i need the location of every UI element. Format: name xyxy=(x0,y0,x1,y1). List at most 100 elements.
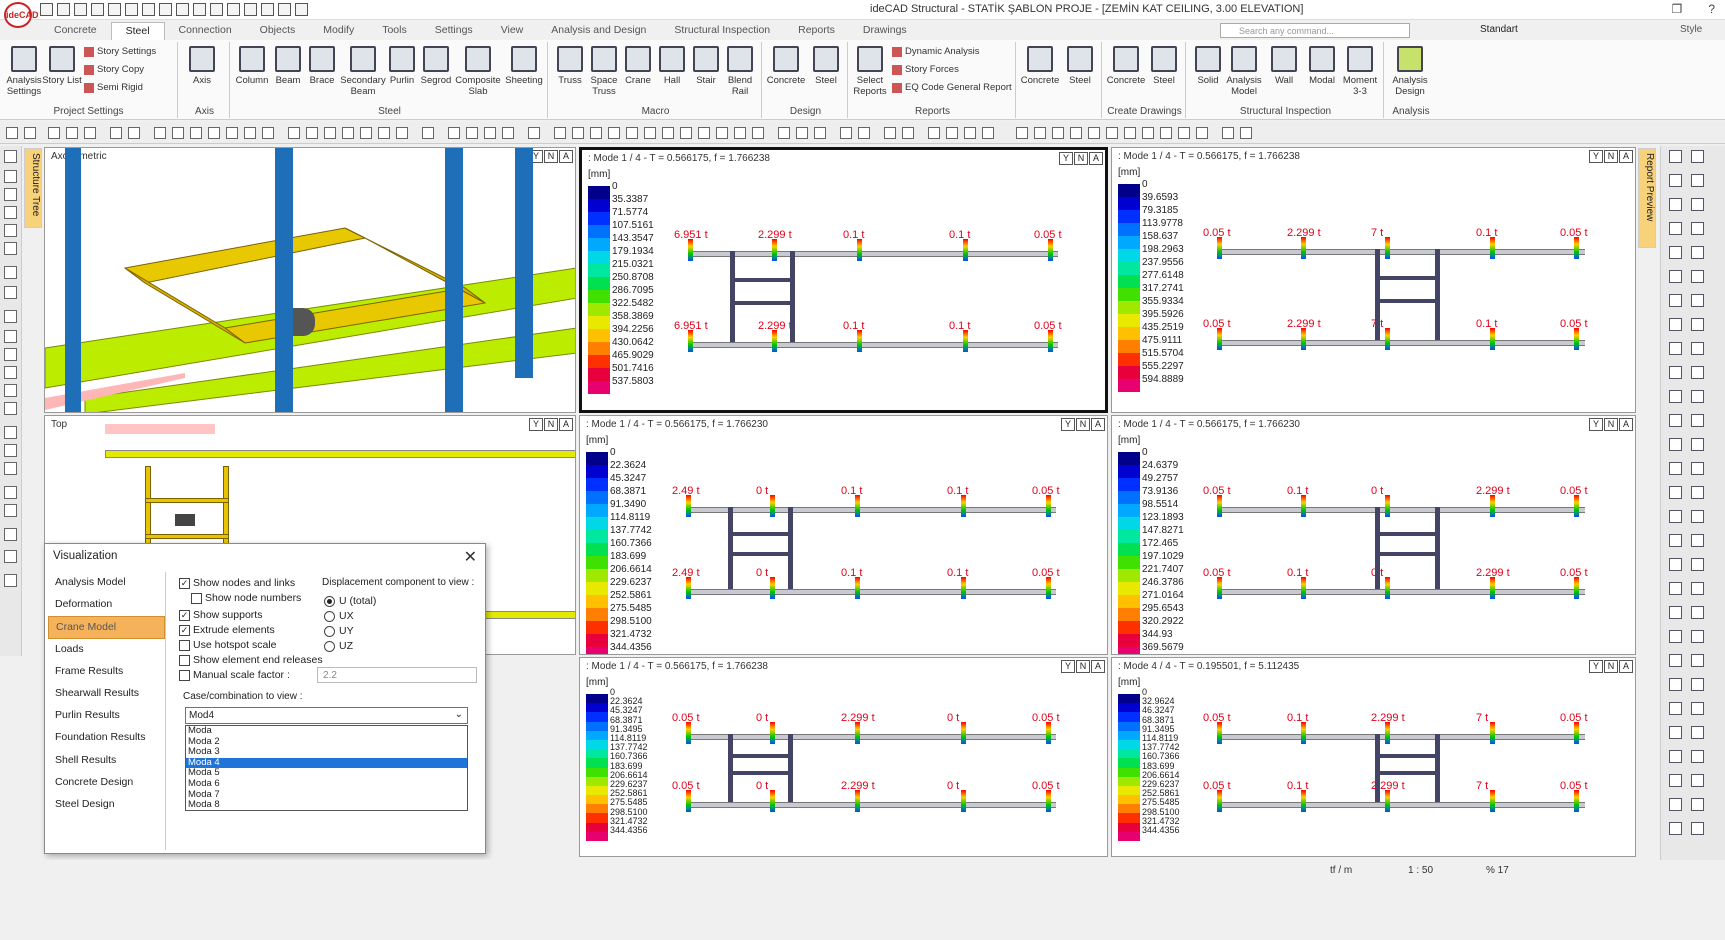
brace-button[interactable]: Brace xyxy=(302,46,342,86)
rt-icon-55[interactable] xyxy=(1669,798,1682,811)
curve-icon[interactable] xyxy=(1142,127,1154,139)
secondary-beam-button[interactable]: Secondary Beam xyxy=(340,46,386,97)
image-icon[interactable] xyxy=(716,127,728,139)
elevation-icon[interactable] xyxy=(982,127,994,139)
story-copy-button[interactable]: Story Copy xyxy=(84,64,144,75)
rt-icon-40[interactable] xyxy=(1691,606,1704,619)
rt-icon-34[interactable] xyxy=(1691,534,1704,547)
redo-icon[interactable] xyxy=(125,3,138,16)
y-toggle[interactable]: Y xyxy=(1061,418,1075,431)
rt-icon-14[interactable] xyxy=(1691,294,1704,307)
rt-icon-24[interactable] xyxy=(1691,414,1704,427)
view-top-icon[interactable] xyxy=(778,127,790,139)
rt-icon-29[interactable] xyxy=(1669,486,1682,499)
tool-pen-icon[interactable] xyxy=(4,426,17,439)
rotate-icon[interactable] xyxy=(190,127,202,139)
rt-icon-56[interactable] xyxy=(1691,798,1704,811)
tab-connection[interactable]: Connection xyxy=(165,22,246,40)
radio-uy[interactable]: UY xyxy=(324,625,354,637)
n-toggle[interactable]: N xyxy=(1074,152,1088,165)
grid-icon[interactable] xyxy=(193,3,206,16)
rt-icon-26[interactable] xyxy=(1691,438,1704,451)
moment-button[interactable]: Moment 3-3 xyxy=(1340,46,1380,97)
tool-auto-icon[interactable] xyxy=(4,550,17,563)
rt-icon-58[interactable] xyxy=(1691,822,1704,835)
rt-icon-30[interactable] xyxy=(1691,486,1704,499)
rt-icon-50[interactable] xyxy=(1691,726,1704,739)
dimension-icon[interactable] xyxy=(128,127,140,139)
polyline-icon[interactable] xyxy=(590,127,602,139)
radio-u-total[interactable]: U (total) xyxy=(324,595,376,607)
tab-structural-inspection[interactable]: Structural Inspection xyxy=(660,22,784,40)
undo-icon[interactable] xyxy=(108,3,121,16)
hatch-grid-icon[interactable] xyxy=(1240,127,1252,139)
eq-code-report-button[interactable]: EQ Code General Report xyxy=(892,82,1012,93)
dropdown-option[interactable]: Moda 8 xyxy=(186,800,467,811)
dropdown-option[interactable]: Moda 6 xyxy=(186,778,467,790)
y-toggle[interactable]: Y xyxy=(1589,150,1603,163)
tool-layers-icon[interactable] xyxy=(4,366,17,379)
tool-filter-icon[interactable] xyxy=(4,330,17,343)
edit-icon[interactable] xyxy=(84,127,96,139)
y-toggle[interactable]: Y xyxy=(1589,660,1603,673)
a-toggle[interactable]: A xyxy=(1619,418,1633,431)
rectangle-icon[interactable] xyxy=(608,127,620,139)
tool-load-icon[interactable] xyxy=(4,242,17,255)
break-icon[interactable] xyxy=(324,127,336,139)
block-icon[interactable] xyxy=(680,127,692,139)
trim-icon[interactable] xyxy=(262,127,274,139)
select-reports-button[interactable]: Select Reports xyxy=(850,46,890,97)
scale-factor-input[interactable]: 2.2 xyxy=(317,667,477,683)
rt-icon-10[interactable] xyxy=(1691,246,1704,259)
rt-icon-27[interactable] xyxy=(1669,462,1682,475)
tab-modify[interactable]: Modify xyxy=(309,22,368,40)
array-icon[interactable] xyxy=(244,127,256,139)
standard-dropdown[interactable]: Standart xyxy=(1480,24,1518,35)
snap-mid-icon[interactable] xyxy=(466,127,478,139)
join-icon[interactable] xyxy=(360,127,372,139)
y-toggle[interactable]: Y xyxy=(529,418,543,431)
rt-icon-35[interactable] xyxy=(1669,558,1682,571)
viewport-mode-result-5[interactable]: : Mode 1 / 4 - T = 0.566175, f = 1.76623… xyxy=(579,657,1108,857)
pencil-icon[interactable] xyxy=(48,127,60,139)
nav-purlin-results[interactable]: Purlin Results xyxy=(48,705,165,727)
rt-icon-2[interactable] xyxy=(1691,150,1704,163)
app-logo[interactable]: ideCAD xyxy=(4,2,39,28)
n-toggle[interactable]: N xyxy=(1604,150,1618,163)
snap-endpoint-icon[interactable] xyxy=(448,127,460,139)
viewport-mode-result-6[interactable]: : Mode 4 / 4 - T = 0.195501, f = 5.11243… xyxy=(1111,657,1636,857)
drawings-steel-button[interactable]: Steel xyxy=(1060,46,1100,86)
move-icon[interactable] xyxy=(261,3,274,16)
save-icon[interactable] xyxy=(74,3,87,16)
rt-icon-12[interactable] xyxy=(1691,270,1704,283)
print-icon[interactable] xyxy=(142,3,155,16)
dynamic-analysis-button[interactable]: Dynamic Analysis xyxy=(892,46,979,57)
layers-icon[interactable] xyxy=(159,3,172,16)
settings-icon[interactable] xyxy=(295,3,308,16)
radio-uz[interactable]: UZ xyxy=(324,640,353,652)
cd-steel-button[interactable]: Steel xyxy=(1144,46,1184,86)
design-concrete-button[interactable]: Concrete xyxy=(766,46,806,86)
story-settings-button[interactable]: Story Settings xyxy=(84,46,156,57)
n-toggle[interactable]: N xyxy=(1604,660,1618,673)
tag-icon[interactable] xyxy=(1088,127,1100,139)
line-icon[interactable] xyxy=(66,127,78,139)
status-scale[interactable]: 1 : 50 xyxy=(1408,865,1433,876)
snap-node-icon[interactable] xyxy=(502,127,514,139)
status-zoom[interactable]: % 17 xyxy=(1486,865,1509,876)
composite-slab-button[interactable]: Composite Slab xyxy=(454,46,502,97)
dropdown-option[interactable]: Moda 7 xyxy=(186,789,467,801)
pin-icon[interactable] xyxy=(1052,127,1064,139)
command-search-input[interactable]: Search any command... xyxy=(1220,23,1410,38)
cd-concrete-button[interactable]: Concrete xyxy=(1106,46,1146,86)
rt-icon-4[interactable] xyxy=(1691,174,1704,187)
modal-button[interactable]: Modal xyxy=(1302,46,1342,86)
tab-view[interactable]: View xyxy=(487,22,538,40)
pan-icon[interactable] xyxy=(210,3,223,16)
semi-rigid-button[interactable]: Semi Rigid xyxy=(84,82,143,93)
rt-icon-23[interactable] xyxy=(1669,414,1682,427)
rt-icon-41[interactable] xyxy=(1669,630,1682,643)
light-icon[interactable] xyxy=(1016,127,1028,139)
analysis-design-button[interactable]: Analysis Design xyxy=(1390,46,1430,97)
viewport-mode-result-3[interactable]: : Mode 1 / 4 - T = 0.566175, f = 1.76623… xyxy=(579,415,1108,655)
